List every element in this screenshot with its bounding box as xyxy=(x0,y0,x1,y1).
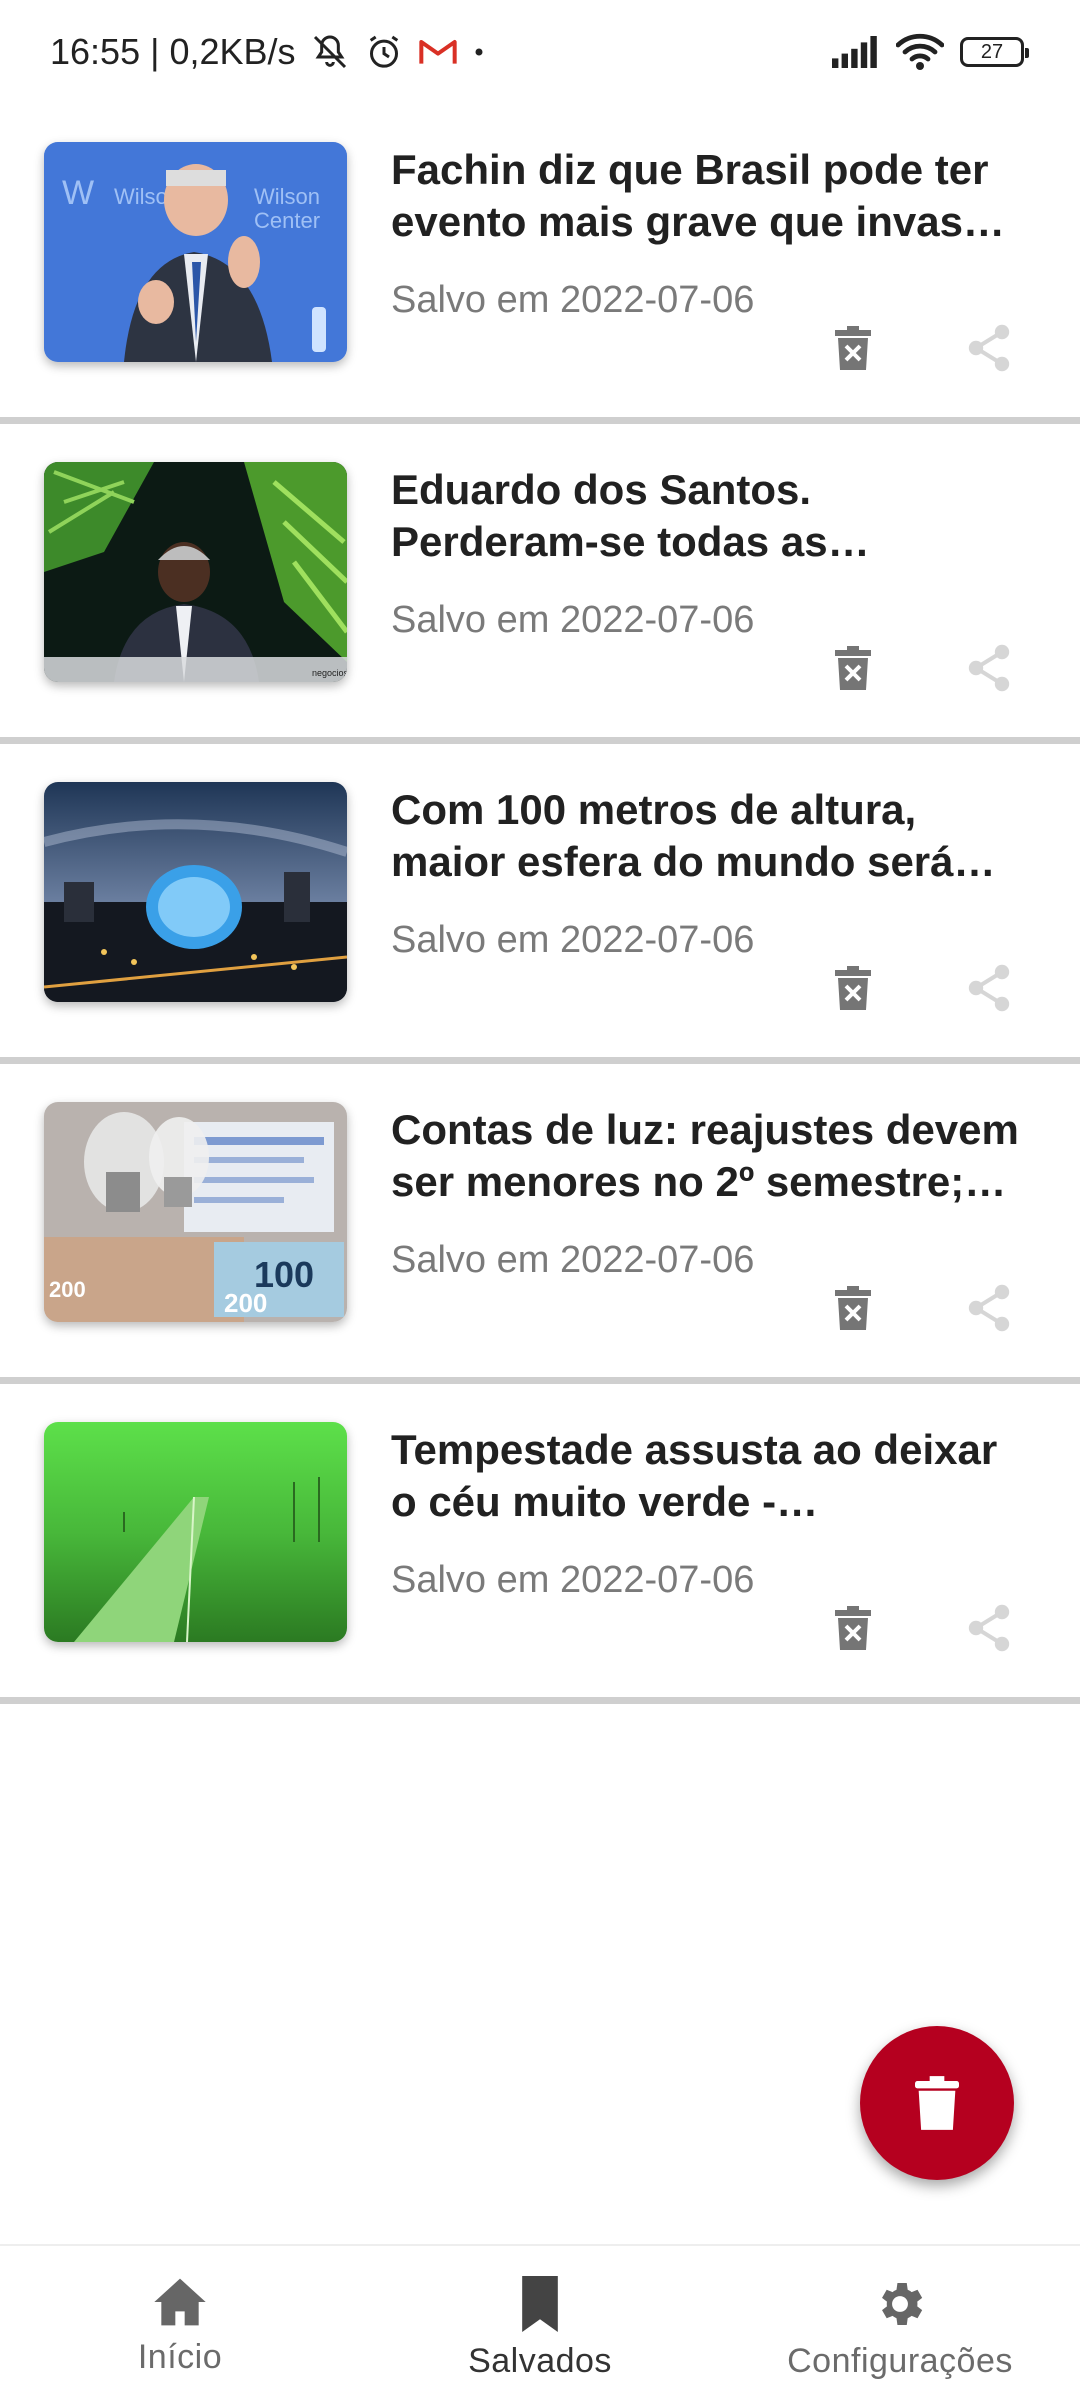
article-title[interactable]: Fachin diz que Brasil pode ter evento ma… xyxy=(391,144,1021,248)
nav-item-saved[interactable]: Salvados xyxy=(360,2246,720,2402)
saved-date: Salvo em 2022-07-06 xyxy=(391,919,755,961)
share-icon xyxy=(968,964,1010,1012)
article-thumbnail[interactable]: negocios xyxy=(44,462,347,682)
nav-label-settings: Configurações xyxy=(787,2342,1013,2380)
share-icon xyxy=(968,644,1010,692)
alarm-icon xyxy=(364,32,404,72)
article-thumbnail[interactable]: W Wilson Wilson Center xyxy=(44,142,347,362)
status-bar: 16:55 | 0,2KB/s 27 xyxy=(0,0,1080,104)
battery-indicator: 27 xyxy=(960,37,1029,67)
saved-articles-list: W Wilson Wilson Center Fachin diz que Br… xyxy=(0,104,1080,1704)
bottom-navigation: Início Salvados Configurações xyxy=(0,2244,1080,2402)
share-button[interactable] xyxy=(962,319,1018,377)
nav-item-settings[interactable]: Configurações xyxy=(720,2246,1080,2402)
delete-button[interactable] xyxy=(828,319,878,377)
svg-text:200: 200 xyxy=(49,1277,86,1302)
article-title[interactable]: Tempestade assusta ao deixar o céu muito… xyxy=(391,1424,1021,1528)
bookmark-icon xyxy=(522,2276,558,2332)
delete-button[interactable] xyxy=(828,959,878,1017)
share-button[interactable] xyxy=(962,1279,1018,1337)
list-item[interactable]: 100 200 200 Contas de luz: reajustes dev… xyxy=(0,1064,1080,1384)
saved-date: Salvo em 2022-07-06 xyxy=(391,279,755,321)
delete-all-fab[interactable] xyxy=(860,2026,1014,2180)
list-item[interactable]: Tempestade assusta ao deixar o céu muito… xyxy=(0,1384,1080,1704)
delete-icon xyxy=(835,1606,871,1650)
status-left: 16:55 | 0,2KB/s xyxy=(50,31,486,73)
delete-button[interactable] xyxy=(828,639,878,697)
nav-label-saved: Salvados xyxy=(468,2342,612,2380)
nav-label-home: Início xyxy=(137,2338,223,2376)
share-button[interactable] xyxy=(962,1599,1018,1657)
share-button[interactable] xyxy=(962,959,1018,1017)
delete-icon xyxy=(835,1286,871,1330)
status-time-speed: 16:55 | 0,2KB/s xyxy=(50,31,296,72)
delete-button[interactable] xyxy=(828,1599,878,1657)
list-item[interactable]: W Wilson Wilson Center Fachin diz que Br… xyxy=(0,104,1080,424)
svg-text:Wilson: Wilson xyxy=(254,184,320,209)
saved-date: Salvo em 2022-07-06 xyxy=(391,1239,755,1281)
list-item[interactable]: Com 100 metros de altura, maior esfera d… xyxy=(0,744,1080,1064)
delete-icon xyxy=(835,326,871,370)
share-button[interactable] xyxy=(962,639,1018,697)
share-icon xyxy=(968,1284,1010,1332)
delete-button[interactable] xyxy=(828,1279,878,1337)
svg-text:W: W xyxy=(62,174,94,212)
svg-text:200: 200 xyxy=(224,1288,267,1318)
article-title[interactable]: Eduardo dos Santos. Perderam-se todas as… xyxy=(391,464,1021,568)
svg-text:Center: Center xyxy=(254,208,320,233)
delete-icon xyxy=(835,966,871,1010)
trash-icon xyxy=(915,2076,959,2130)
article-title[interactable]: Contas de luz: reajustes devem ser menor… xyxy=(391,1104,1021,1208)
home-icon xyxy=(154,2278,206,2326)
share-icon xyxy=(968,1604,1010,1652)
list-item[interactable]: negocios Eduardo dos Santos. Perderam-se… xyxy=(0,424,1080,744)
bell-off-icon xyxy=(310,32,350,72)
wifi-icon xyxy=(896,33,944,71)
share-icon xyxy=(968,324,1010,372)
signal-icon xyxy=(832,36,880,68)
saved-date: Salvo em 2022-07-06 xyxy=(391,599,755,641)
nav-item-home[interactable]: Início xyxy=(0,2246,360,2402)
battery-level: 27 xyxy=(980,40,1004,63)
article-thumbnail[interactable] xyxy=(44,782,347,1002)
article-thumbnail[interactable]: 100 200 200 xyxy=(44,1102,347,1322)
article-thumbnail[interactable] xyxy=(44,1422,347,1642)
gear-icon xyxy=(882,2283,923,2325)
article-title[interactable]: Com 100 metros de altura, maior esfera d… xyxy=(391,784,1021,888)
saved-date: Salvo em 2022-07-06 xyxy=(391,1559,755,1601)
dot-icon xyxy=(472,45,486,59)
status-right: 27 xyxy=(832,33,1030,71)
delete-icon xyxy=(835,646,871,690)
svg-text:negocios: negocios xyxy=(312,668,347,678)
gmail-icon xyxy=(418,36,458,68)
